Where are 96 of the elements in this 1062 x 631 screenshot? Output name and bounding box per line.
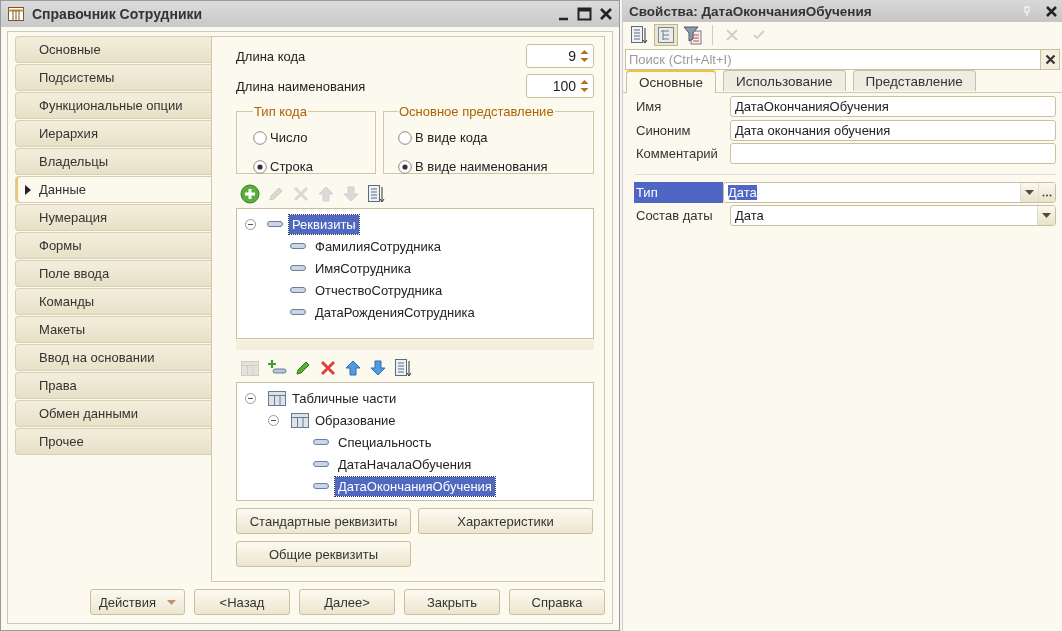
section-tab[interactable]: Нумерация	[15, 204, 211, 231]
panel-button[interactable]: Характеристики	[418, 508, 593, 534]
actions-menu-button[interactable]: Действия	[90, 589, 185, 615]
window-title: Справочник Сотрудники	[32, 6, 204, 22]
add-icon[interactable]	[240, 184, 260, 204]
text-field[interactable]: Дата окончания обучения	[730, 119, 1056, 141]
close-icon	[1044, 54, 1056, 65]
search-field[interactable]: Поиск (Ctrl+Alt+I)	[625, 49, 1040, 70]
delete-icon[interactable]	[319, 359, 337, 377]
spin-arrows-icon[interactable]	[578, 47, 591, 65]
radio-button[interactable]	[253, 130, 267, 145]
property-tab[interactable]: Использование	[723, 70, 846, 91]
section-tab[interactable]: Прочее	[15, 428, 211, 455]
section-tab[interactable]: Обмен данными	[15, 400, 211, 427]
section-tab[interactable]: Команды	[15, 288, 211, 315]
table-icon	[290, 410, 310, 430]
caret-icon	[167, 599, 176, 605]
property-tab[interactable]: Представление	[852, 70, 976, 91]
list-sort-icon[interactable]	[367, 184, 385, 204]
field-label: Длина кода	[236, 48, 306, 64]
property-tab[interactable]: Основные	[626, 70, 717, 93]
panel-button[interactable]: Стандартные реквизиты	[236, 508, 411, 534]
arrow-up-icon[interactable]	[344, 359, 362, 377]
tree-item[interactable]: ДатаНачалаОбучения	[335, 454, 475, 474]
current-marker-icon	[25, 185, 31, 195]
property-label: Имя	[635, 98, 663, 117]
panel-title: Свойства: ДатаОкончанияОбучения	[629, 3, 873, 19]
number-field[interactable]: 9	[526, 44, 594, 68]
footer-button[interactable]: Справка	[509, 589, 605, 615]
tree-item[interactable]: Специальность	[335, 432, 435, 452]
section-tab[interactable]: Основные	[15, 36, 211, 63]
attribute-icon	[290, 308, 306, 316]
collapse-toggle-icon[interactable]	[245, 392, 256, 404]
section-tab[interactable]: Функциональные опции	[15, 92, 211, 119]
attribute-icon	[290, 286, 306, 294]
table-icon	[267, 388, 287, 408]
tree-item[interactable]: ОтчествоСотрудника	[312, 280, 446, 300]
tree-item[interactable]: Табличные части	[289, 388, 400, 408]
section-tab[interactable]: Права	[15, 372, 211, 399]
close-icon[interactable]	[1045, 4, 1058, 18]
section-tab[interactable]: Иерархия	[15, 120, 211, 147]
spin-arrows-icon[interactable]	[578, 77, 591, 95]
radio-button[interactable]	[398, 159, 412, 174]
field-label: Длина наименования	[236, 78, 366, 94]
list-sort-icon[interactable]	[394, 358, 412, 378]
attribute-icon	[290, 264, 306, 272]
property-label: Состав даты	[635, 207, 714, 226]
panel-button[interactable]: Общие реквизиты	[236, 541, 411, 567]
dropdown-icon[interactable]	[1020, 182, 1038, 202]
number-field[interactable]: 100	[526, 74, 594, 98]
group-title: Тип кода	[253, 104, 308, 119]
section-tab[interactable]: Формы	[15, 232, 211, 259]
group-title: Основное представление	[398, 104, 555, 119]
footer-button[interactable]: Закрыть	[404, 589, 500, 615]
dropdown-icon[interactable]	[1037, 206, 1055, 226]
select-field[interactable]: Дата	[730, 205, 1056, 227]
attribute-icon	[313, 482, 329, 490]
tree-item[interactable]: ФамилияСотрудника	[312, 236, 444, 256]
text-field[interactable]: ДатаОкончанияОбучения	[730, 96, 1056, 118]
section-tab[interactable]: Ввод на основании	[15, 344, 211, 371]
section-tab[interactable]: Владельцы	[15, 148, 211, 175]
tree-item[interactable]: ИмяСотрудника	[312, 258, 414, 278]
attribute-icon	[290, 242, 306, 250]
close-icon[interactable]	[599, 7, 613, 21]
property-label: Комментарий	[635, 145, 719, 164]
section-tab[interactable]: Данные	[15, 176, 211, 203]
property-label: Тип	[634, 181, 723, 203]
pencil-icon[interactable]	[294, 359, 312, 377]
type-field[interactable]: Дата	[723, 181, 1056, 203]
radio-label[interactable]: В виде наименования	[415, 159, 548, 174]
radio-button[interactable]	[398, 130, 412, 145]
footer-button[interactable]: <Назад	[194, 589, 290, 615]
collapse-toggle-icon[interactable]	[268, 414, 279, 426]
clear-button[interactable]	[1040, 49, 1060, 70]
tree-item[interactable]: Реквизиты	[289, 214, 359, 234]
radio-label[interactable]: Число	[270, 130, 308, 145]
section-tab[interactable]: Поле ввода	[15, 260, 211, 287]
maximize-icon[interactable]	[577, 7, 592, 21]
section-tab[interactable]: Подсистемы	[15, 64, 211, 91]
radio-label[interactable]: В виде кода	[415, 130, 488, 145]
footer-button[interactable]: Далее>	[299, 589, 395, 615]
table-grid-icon	[7, 6, 25, 22]
add-row-icon[interactable]	[267, 359, 287, 377]
collapse-toggle-icon[interactable]	[245, 218, 256, 230]
tree-item[interactable]: ДатаОкончанияОбучения	[335, 476, 495, 496]
radio-label[interactable]: Строка	[270, 159, 313, 174]
attribute-icon	[313, 438, 329, 446]
tree-item[interactable]: ДатаРожденияСотрудника	[312, 302, 478, 322]
section-tab[interactable]: Макеты	[15, 316, 211, 343]
attribute-icon	[313, 460, 329, 468]
tree-item[interactable]: Образование	[312, 410, 399, 430]
property-label: Синоним	[635, 121, 692, 140]
arrow-down-icon[interactable]	[369, 359, 387, 377]
radio-button[interactable]	[253, 159, 267, 174]
text-field[interactable]	[730, 143, 1056, 165]
attribute-icon	[267, 220, 283, 228]
